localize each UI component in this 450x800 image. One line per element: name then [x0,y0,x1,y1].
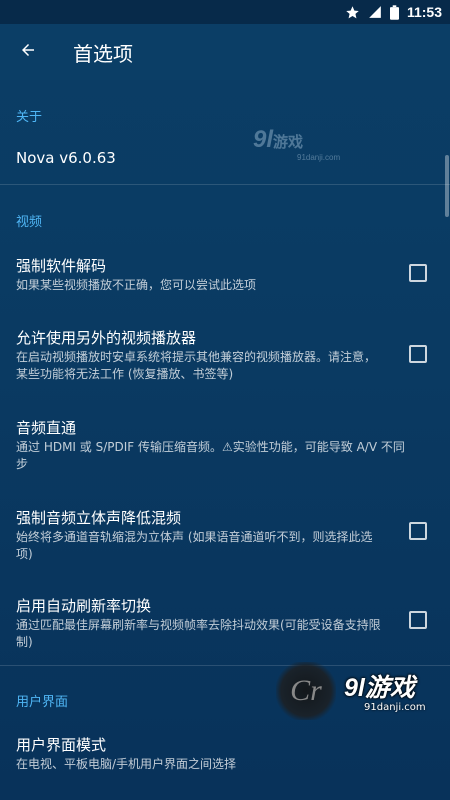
pref-summary: 在启动视频播放时安卓系统将提示其他兼容的视频播放器。请注意，某些功能将无法工作 … [16,350,377,381]
pref-title: 强制音频立体声降低混频 [16,509,182,527]
auto-refresh-rate-checkbox[interactable] [409,611,427,629]
watermark-site: 91danji.com [364,702,426,713]
battery-icon [389,4,399,20]
version-label: Nova v6.0.63 [16,149,116,167]
back-button[interactable] [0,24,56,80]
force-stereo-downmix-checkbox[interactable] [409,522,427,540]
signal-icon [368,5,382,19]
app-bar: 首选项 [0,24,450,80]
about-version-item[interactable]: Nova v6.0.63 [0,136,450,184]
page-title: 首选项 [73,41,133,66]
status-bar: 11:53 [0,0,450,24]
pref-summary: 在电视、平板电脑/手机用户界面之间选择 [16,757,237,771]
watermark-bottom: 9l游戏 91danji.com [338,660,450,720]
watermark-cr: Cr [276,662,336,720]
pref-title: 音频直通 [16,419,77,437]
pref-force-software-decode[interactable]: 强制软件解码 如果某些视频播放不正确，您可以尝试此选项 [0,246,450,304]
pref-audio-passthrough[interactable]: 音频直通 通过 HDMI 或 S/PDIF 传输压缩音频。⚠实验性功能，可能导致… [0,408,450,480]
allow-other-player-checkbox[interactable] [409,345,427,363]
pref-title: 启用自动刷新率切换 [16,597,152,615]
pref-force-stereo-downmix[interactable]: 强制音频立体声降低混频 始终将多通道音轨缩混为立体声 (如果语音通道听不到，则选… [0,498,450,568]
pref-summary: 通过 HDMI 或 S/PDIF 传输压缩音频。⚠实验性功能，可能导致 A/V … [16,440,405,471]
pref-summary: 通过匹配最佳屏幕刷新率与视频帧率去除抖动效果(可能受设备支持限制) [16,618,381,649]
watermark-top: 9l游戏 91danji.com [253,126,341,162]
back-arrow-icon [19,41,37,63]
status-time: 11:53 [406,4,442,20]
star-icon [345,5,360,20]
section-header-about: 关于 [16,110,43,125]
pref-summary: 如果某些视频播放不正确，您可以尝试此选项 [16,278,257,292]
pref-title: 允许使用另外的视频播放器 [16,329,197,347]
pref-title: 用户界面模式 [16,736,107,754]
pref-auto-refresh-rate[interactable]: 启用自动刷新率切换 通过匹配最佳屏幕刷新率与视频帧率去除抖动效果(可能受设备支持… [0,588,450,658]
pref-allow-other-player[interactable]: 允许使用另外的视频播放器 在启动视频播放时安卓系统将提示其他兼容的视频播放器。请… [0,318,450,390]
divider [0,184,450,185]
section-header-video: 视频 [16,215,43,230]
watermark-logo: 9l游戏 [344,674,415,702]
pref-summary: 始终将多通道音轨缩混为立体声 (如果语音通道听不到，则选择此选项) [16,530,373,561]
section-header-ui: 用户界面 [16,695,69,710]
pref-title: 强制软件解码 [16,257,107,275]
pref-ui-mode[interactable]: 用户界面模式 在电视、平板电脑/手机用户界面之间选择 [0,726,450,786]
force-software-decode-checkbox[interactable] [409,264,427,282]
